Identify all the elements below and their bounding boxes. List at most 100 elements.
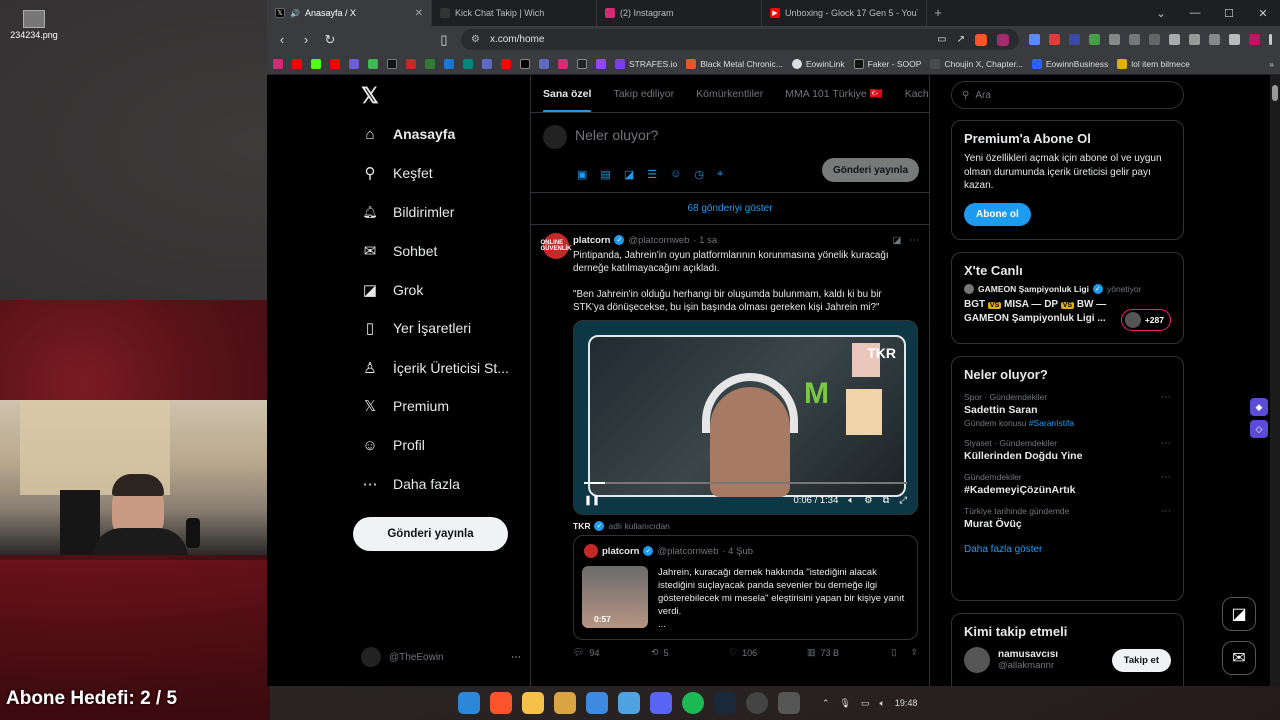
page-scrollbar[interactable] [1270, 75, 1280, 686]
sidebar-item-premium[interactable]: 𝕏 Premium [361, 397, 449, 415]
pip-icon[interactable]: ⧉ [883, 495, 890, 506]
volume-icon[interactable]: 🔈︎ [848, 495, 854, 506]
sidebar-item-home[interactable]: ⌂ Anasayfa [361, 125, 455, 143]
bookmark-icon[interactable]: ▯ [892, 647, 897, 658]
desktop-file-icon[interactable]: 234234.png [6, 10, 62, 40]
bookmark-icon[interactable] [387, 58, 397, 69]
show-new-posts[interactable]: 68 gönderiyi göster [531, 193, 929, 225]
extension-icon[interactable] [1149, 34, 1160, 45]
brave-icon[interactable] [490, 692, 512, 714]
folder-icon[interactable] [522, 692, 544, 714]
sidebar-item-more[interactable]: ⋯ Daha fazla [361, 475, 460, 493]
extension-icon[interactable] [1129, 34, 1140, 45]
bookmark-faker-soop[interactable]: Faker - SOOP [853, 58, 921, 69]
bookmark-icon[interactable] [273, 58, 283, 69]
settings-icon[interactable]: ⚙ [864, 495, 873, 506]
tab-x-home[interactable]: 𝕏 🔊 Anasayfa / X ✕ [267, 0, 432, 26]
extension-icon[interactable] [1069, 34, 1080, 45]
bookmark-icon[interactable] [463, 58, 473, 69]
trend-hashtag[interactable]: #SaranIstifa [1029, 418, 1074, 428]
extension-icon[interactable] [1109, 34, 1120, 45]
bookmark-icon[interactable] [577, 58, 587, 69]
trend-more-icon[interactable]: ⋯ [1161, 506, 1171, 517]
close-tab-icon[interactable]: ✕ [415, 8, 423, 19]
forward-icon[interactable]: › [299, 32, 313, 47]
bookmark-icon[interactable] [482, 58, 492, 69]
spotify-icon[interactable] [682, 692, 704, 714]
bookmark-icon[interactable] [311, 58, 321, 69]
trend-more-icon[interactable]: ⋯ [1161, 392, 1171, 403]
tweet[interactable]: ONLINE GÜVENLİK platcorn ✓ @platcornweb … [531, 225, 929, 685]
post-button[interactable]: Gönderi yayınla [353, 517, 508, 551]
sidebar-item-messages[interactable]: ✉ Sohbet [361, 242, 438, 260]
menu-icon[interactable] [1269, 34, 1272, 45]
side-extension-icon[interactable]: ◆ [1250, 398, 1268, 416]
new-tab-button[interactable]: + [927, 0, 949, 26]
site-info-icon[interactable]: ⚙ [471, 34, 480, 45]
bookmark-icon[interactable] [539, 58, 549, 69]
extension-icon[interactable] [1209, 34, 1220, 45]
grok-icon[interactable]: ◪ [893, 235, 902, 246]
poll-icon[interactable]: ☰ [647, 168, 657, 181]
photos-icon[interactable] [586, 692, 608, 714]
minimize-icon[interactable]: — [1178, 0, 1212, 26]
bookmark-choujin[interactable]: Choujin X, Chapter... [930, 58, 1023, 69]
bookmark-eowinbusiness[interactable]: EowinnBusiness [1031, 58, 1108, 69]
close-window-icon[interactable]: ✕ [1246, 0, 1280, 26]
bookmark-black-metal[interactable]: Black Metal Chronic... [686, 58, 783, 69]
bookmark-icon[interactable] [292, 58, 302, 69]
tab-kick-chat[interactable]: Kick Chat Takip | Wich [432, 0, 597, 26]
windows-start-icon[interactable] [458, 692, 480, 714]
bookmark-icon[interactable] [444, 58, 454, 69]
bookmark-eowinlink[interactable]: EowinLink [791, 58, 845, 69]
share-icon[interactable]: ↗ [957, 34, 965, 45]
quoted-tweet[interactable]: platcorn ✓ @platcornweb · 4 Şub 0:57 Jah… [573, 535, 918, 640]
like-button[interactable]: ♡ 106 [729, 647, 807, 658]
extension-icon[interactable] [1229, 34, 1240, 45]
volume-icon[interactable]: 🔈︎ [880, 698, 885, 709]
bookmark-strafes[interactable]: STRAFES.io [615, 58, 677, 69]
extension-icon[interactable] [1249, 34, 1260, 45]
grok-fab-icon[interactable]: ◪ [1222, 597, 1256, 631]
gif-icon[interactable]: ▤ [600, 168, 610, 181]
messages-fab-icon[interactable]: ✉ [1222, 641, 1256, 675]
tab-search-icon[interactable]: ⌄ [1144, 0, 1178, 26]
bookmark-icon[interactable] [368, 58, 378, 69]
tab-for-you[interactable]: Sana özel [543, 88, 592, 112]
pause-icon[interactable]: ❚❚ [584, 495, 600, 506]
show-more-trends[interactable]: Daha fazla göster [964, 544, 1171, 555]
reload-icon[interactable]: ↻ [323, 32, 337, 48]
mic-icon[interactable]: 🎙︎ [840, 698, 851, 709]
address-bar[interactable]: ⚙ x.com/home ▭ ↗ [461, 29, 1019, 50]
image-icon[interactable]: ▣ [577, 168, 587, 181]
location-icon[interactable]: ⌖ [717, 168, 723, 181]
video-player[interactable]: M TKR ❚❚ 0:06 / 1:34 🔈︎ ⚙ ⧉ ⤢ [573, 320, 918, 515]
emoji-icon[interactable]: ☺ [670, 168, 681, 181]
bookmark-lol-item[interactable]: lol item bilmece [1117, 58, 1190, 69]
trend-more-icon[interactable]: ⋯ [1161, 472, 1171, 483]
cast-icon[interactable]: ▭ [937, 34, 946, 45]
reply-button[interactable]: 💬︎ 94 [573, 647, 651, 658]
app-icon[interactable] [778, 692, 800, 714]
tab-kachow[interactable]: Kachow [905, 88, 929, 100]
bookmark-icon[interactable] [520, 58, 530, 69]
sidebar-item-bookmarks[interactable]: ▯ Yer İşaretleri [361, 319, 471, 337]
subscribe-button[interactable]: Abone ol [964, 202, 1031, 226]
bookmark-icon[interactable] [406, 58, 416, 69]
account-switcher[interactable]: @TheEowin ⋯ [361, 647, 521, 667]
views-button[interactable]: ▥ 73 B [807, 647, 885, 658]
sidebar-item-explore[interactable]: ⚲ Keşfet [361, 164, 433, 182]
search-input[interactable]: ⚲ Ara [951, 81, 1184, 109]
network-icon[interactable]: ▭ [861, 698, 870, 709]
live-card[interactable]: X'te Canlı GAMEON Şampiyonluk Ligi ✓ yön… [951, 252, 1184, 344]
extension-icon[interactable] [1169, 34, 1180, 45]
video-progress-bar[interactable] [584, 482, 907, 484]
tab-komurkentliler[interactable]: Kömürkentliler [696, 88, 763, 100]
bookmarks-overflow-icon[interactable]: » [1269, 59, 1274, 69]
bookmark-icon[interactable] [596, 58, 606, 69]
bookmark-icon[interactable] [330, 58, 340, 69]
back-icon[interactable]: ‹ [275, 32, 289, 47]
sidebar-item-creator-studio[interactable]: ♙ İçerik Üreticisi St... [361, 359, 509, 377]
sidebar-item-grok[interactable]: ◪ Grok [361, 281, 423, 299]
more-options-icon[interactable]: ⋯ [910, 235, 920, 246]
